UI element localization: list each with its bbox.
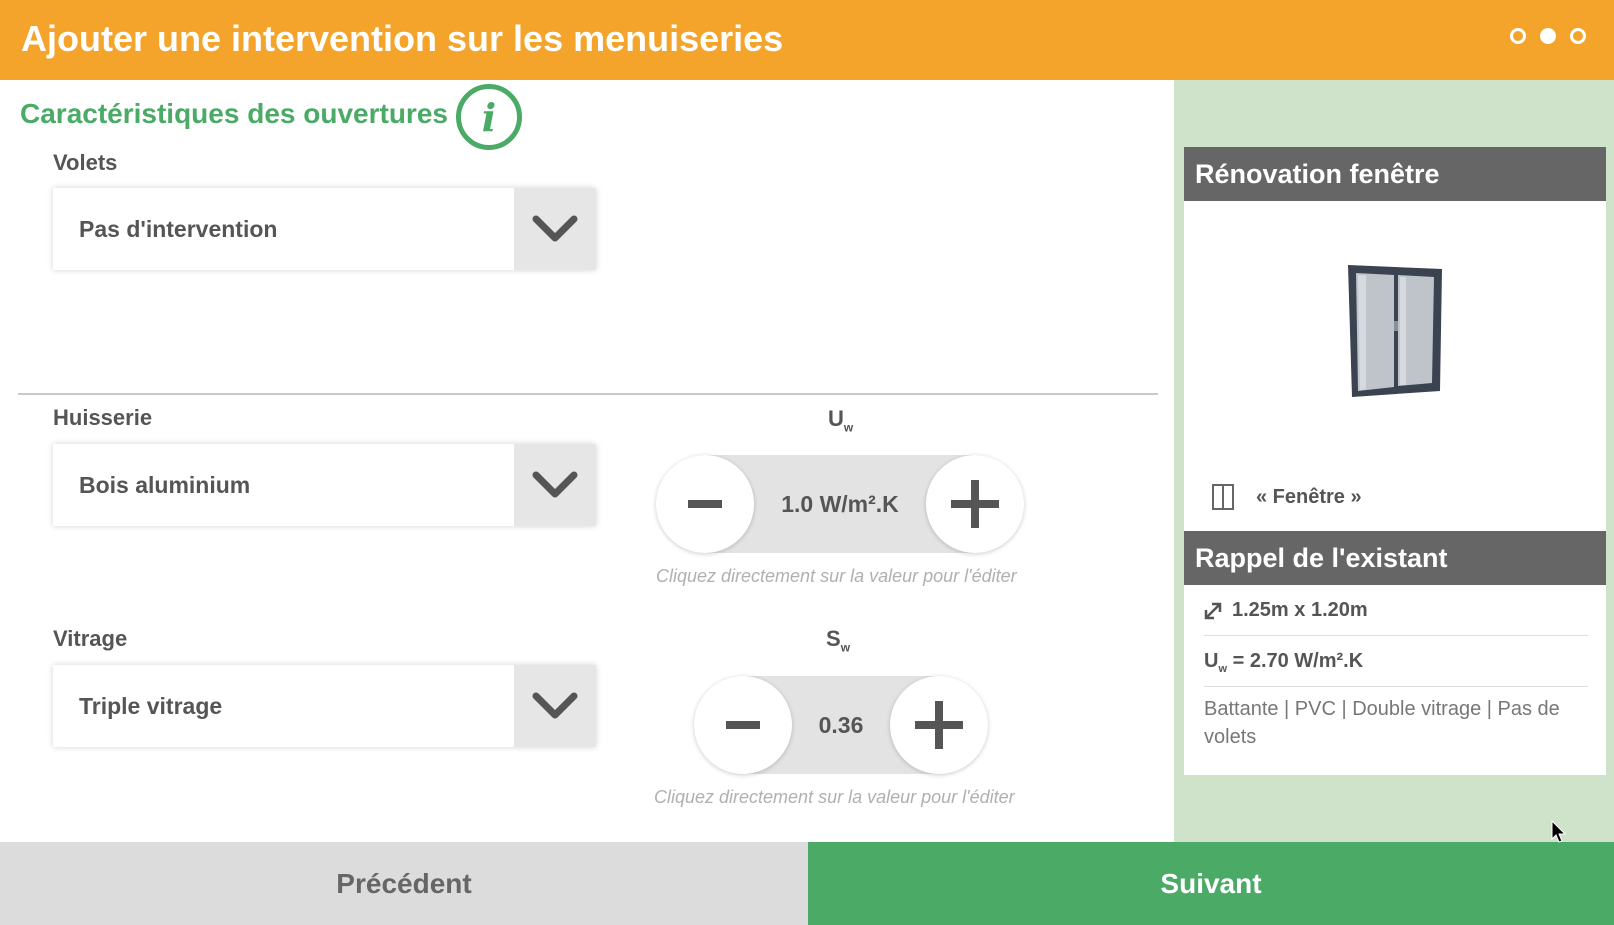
vitrage-select[interactable]: Triple vitrage (53, 665, 596, 747)
volets-select[interactable]: Pas d'intervention (53, 188, 596, 270)
resize-arrow-icon (1204, 602, 1222, 619)
huisserie-select[interactable]: Bois aluminium (53, 444, 596, 526)
plus-icon (915, 701, 963, 749)
uw-increment-button[interactable] (926, 455, 1024, 553)
volets-label: Volets (53, 150, 118, 175)
renovation-card-title: Rénovation fenêtre (1184, 147, 1606, 201)
window-illustration (1348, 265, 1442, 397)
existing-uw-label-sub: w (1218, 663, 1228, 675)
next-button[interactable]: Suivant (808, 842, 1614, 925)
existing-dimensions: 1.25m x 1.20m (1232, 599, 1368, 621)
previous-button[interactable]: Précédent (0, 842, 808, 925)
sw-label-sub: w (840, 640, 851, 655)
minus-icon (688, 500, 722, 508)
window-icon (1212, 484, 1234, 510)
info-icon[interactable]: i (456, 84, 522, 150)
chevron-down-icon[interactable] (514, 665, 596, 747)
window-type-label: « Fenêtre » (1256, 485, 1362, 508)
sw-label-main: S (826, 626, 841, 651)
header-bar: Ajouter une intervention sur les menuise… (0, 0, 1614, 80)
chevron-down-icon[interactable] (514, 188, 596, 270)
section-title: Caractéristiques des ouvertures (20, 98, 448, 129)
sw-stepper: 0.36 (694, 676, 988, 774)
window-type-row: « Fenêtre » (1212, 484, 1362, 510)
sw-increment-button[interactable] (890, 676, 988, 774)
uw-hint: Cliquez directement sur la valeur pour l… (656, 566, 1017, 586)
minus-icon (726, 721, 760, 729)
sw-hint: Cliquez directement sur la valeur pour l… (654, 787, 1015, 807)
step-dot-3 (1570, 28, 1586, 44)
existing-dimensions-row: 1.25m x 1.20m (1204, 585, 1588, 636)
uw-decrement-button[interactable] (656, 455, 754, 553)
mouse-cursor-icon (1551, 820, 1567, 843)
sw-decrement-button[interactable] (694, 676, 792, 774)
uw-value[interactable]: 1.0 W/m².K (754, 455, 926, 553)
uw-label: Uw (828, 406, 853, 434)
renovation-card-body: « Fenêtre » (1184, 201, 1606, 531)
uw-label-main: U (828, 406, 844, 431)
plus-icon (951, 480, 999, 528)
existing-uw-label-main: U (1204, 650, 1219, 672)
existing-description: Battante | PVC | Double vitrage | Pas de… (1204, 698, 1560, 748)
divider (18, 393, 1158, 395)
existing-uw-value: = 2.70 W/m².K (1232, 650, 1364, 672)
sw-value[interactable]: 0.36 (792, 676, 890, 774)
vitrage-select-value: Triple vitrage (79, 693, 223, 719)
huisserie-select-value: Bois aluminium (79, 472, 251, 498)
step-dot-1 (1510, 28, 1526, 44)
step-indicator (1510, 28, 1586, 44)
existing-card-title: Rappel de l'existant (1184, 531, 1606, 585)
uw-stepper: 1.0 W/m².K (656, 455, 1024, 553)
main-form: Caractéristiques des ouvertures i Volets… (0, 80, 1174, 842)
volets-select-value: Pas d'intervention (79, 216, 278, 242)
uw-label-sub: w (843, 420, 854, 435)
step-dot-2 (1540, 28, 1556, 44)
existing-uw-row: Uw = 2.70 W/m².K (1204, 636, 1588, 687)
sw-label: Sw (826, 626, 850, 654)
vitrage-label: Vitrage (53, 626, 128, 651)
chevron-down-icon[interactable] (514, 444, 596, 526)
summary-panel: Rénovation fenêtre « Fenêtre » Rappel de… (1174, 80, 1614, 842)
huisserie-label: Huisserie (53, 405, 153, 430)
existing-card-body: 1.25m x 1.20m Uw = 2.70 W/m².K Battante … (1184, 585, 1606, 775)
page-title: Ajouter une intervention sur les menuise… (21, 18, 784, 59)
